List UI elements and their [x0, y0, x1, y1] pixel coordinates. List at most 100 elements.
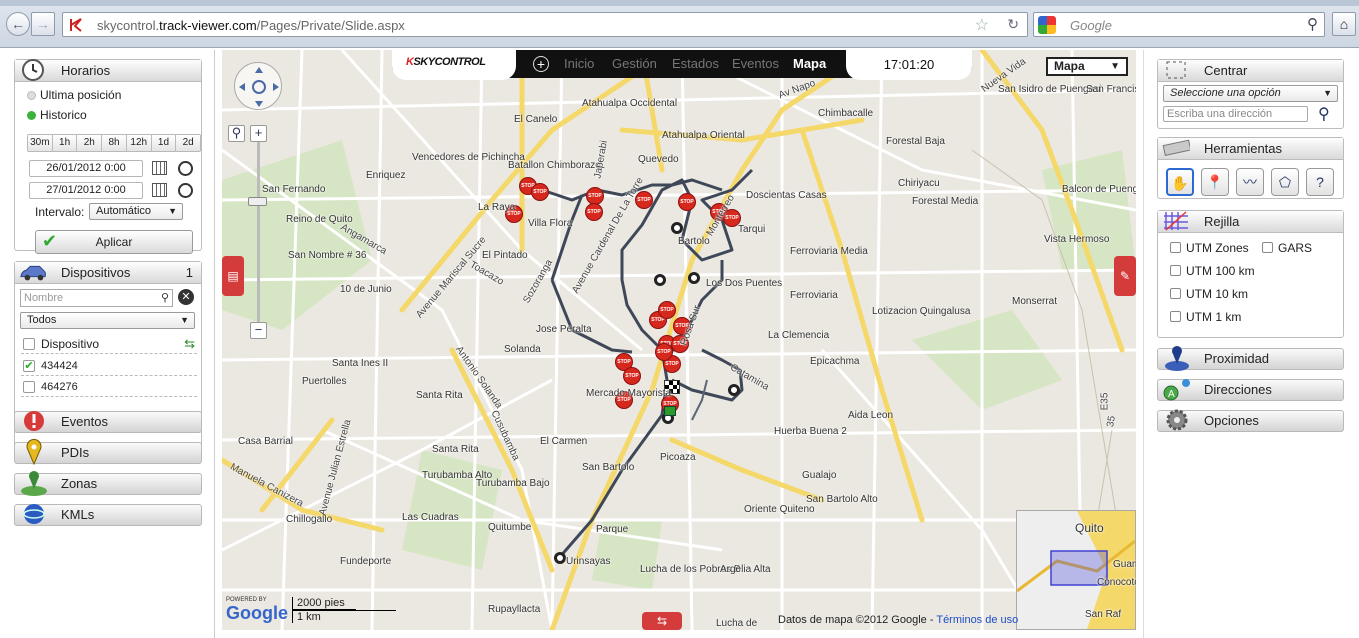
time-to-icon[interactable]	[178, 183, 193, 198]
map-label: Fundeporte	[340, 556, 392, 567]
stop-marker-icon[interactable]: STOP	[623, 367, 641, 385]
start-flag-icon[interactable]	[664, 406, 676, 416]
utm-1km-checkbox[interactable]: UTM 1 km	[1170, 310, 1241, 324]
time-from-icon[interactable]	[178, 161, 193, 176]
centrar-header[interactable]: Centrar	[1158, 60, 1343, 82]
opciones-section[interactable]: Opciones	[1157, 409, 1344, 432]
hand-tool-icon[interactable]: ✋	[1166, 168, 1194, 196]
swap-arrows-icon[interactable]: ⇆	[642, 612, 682, 630]
utm-10km-checkbox[interactable]: UTM 10 km	[1170, 287, 1248, 301]
direcciones-section[interactable]: A Direcciones	[1157, 379, 1344, 401]
map-type-select[interactable]: Mapa ▼	[1046, 57, 1128, 76]
interval-2d[interactable]: 2d	[176, 135, 201, 151]
pdis-section[interactable]: PDIs	[14, 438, 202, 466]
zoom-in-button[interactable]: +	[250, 125, 267, 142]
search-icon[interactable]: ⚲	[1318, 104, 1330, 124]
interval-1d[interactable]: 1d	[151, 135, 177, 151]
zoom-track[interactable]	[257, 142, 260, 337]
stop-marker-icon[interactable]: STOP	[531, 183, 549, 201]
stop-marker-icon[interactable]: STOP	[655, 343, 673, 361]
refresh-icon[interactable]: ⇆	[184, 334, 195, 354]
device-checkbox[interactable]	[23, 381, 35, 393]
centrar-select[interactable]: Seleccione una opción ▼	[1163, 85, 1338, 102]
map-label: Atahualpa Oriental	[662, 130, 745, 141]
device-filter-select[interactable]: Todos ▼	[20, 312, 195, 329]
interval-8h[interactable]: 8h	[102, 135, 127, 151]
utm-zones-checkbox[interactable]: UTM Zones	[1170, 241, 1249, 255]
line-tool-icon[interactable]: 〰	[1236, 168, 1264, 196]
map-label: Puertolles	[302, 376, 347, 387]
select-all-checkbox[interactable]	[23, 338, 35, 350]
radio-ultima-posicion[interactable]: Ultima posición	[27, 88, 121, 102]
terms-link[interactable]: Términos de uso	[936, 614, 1018, 626]
zoom-box-icon[interactable]: ⚲	[228, 125, 245, 142]
url-bar[interactable]: skycontrol.track-viewer.com/Pages/Privat…	[62, 12, 1028, 37]
search-icon[interactable]: ⚲	[161, 290, 169, 306]
stop-marker-icon[interactable]: STOP	[585, 203, 603, 221]
help-icon[interactable]: ?	[1306, 168, 1334, 196]
nav-gestion[interactable]: Gestión	[612, 56, 657, 71]
date-from-field[interactable]: 26/01/2012 0:00	[29, 160, 143, 177]
device-search-input[interactable]: Nombre ⚲	[20, 289, 173, 307]
search-input[interactable]: Google ⚲	[1033, 12, 1325, 37]
alert-icon	[24, 411, 44, 431]
dispositivos-header[interactable]: Dispositivos 1	[15, 262, 201, 284]
zonas-section[interactable]: Zonas	[14, 471, 202, 496]
horarios-header[interactable]: Horarios	[15, 59, 201, 82]
stop-marker-icon[interactable]: STOP	[678, 193, 696, 211]
clear-icon[interactable]: ✕	[178, 289, 194, 305]
forward-icon[interactable]: →	[31, 12, 55, 36]
scale-bar: 2000 pies 1 km	[292, 597, 396, 623]
waypoint-marker-icon[interactable]	[654, 274, 666, 286]
back-icon[interactable]: ←	[6, 12, 30, 36]
search-engine-icon[interactable]	[1038, 16, 1056, 34]
interval-1h[interactable]: 1h	[52, 135, 78, 151]
map-label: Gualajo	[802, 470, 837, 481]
zoom-out-button[interactable]: −	[250, 322, 267, 339]
nav-inicio[interactable]: Inicio	[564, 56, 594, 71]
home-icon[interactable]: ⌂	[1332, 12, 1356, 36]
apply-button[interactable]: ✔ Aplicar	[35, 230, 193, 254]
pin-tool-icon[interactable]: 📍	[1201, 168, 1229, 196]
waypoint-marker-icon[interactable]	[554, 552, 566, 564]
waypoint-marker-icon[interactable]	[671, 222, 683, 234]
horarios-title: Horarios	[61, 63, 111, 78]
device-row[interactable]: ✔ 434424	[21, 356, 197, 376]
calendar-from-icon[interactable]	[152, 161, 167, 175]
calendar-to-icon[interactable]	[152, 183, 167, 197]
kmls-section[interactable]: KMLs	[14, 504, 202, 526]
rejilla-header[interactable]: Rejilla	[1158, 211, 1343, 233]
eventos-section[interactable]: Eventos	[14, 411, 202, 433]
herramientas-header[interactable]: Herramientas	[1158, 138, 1343, 160]
interval-2h[interactable]: 2h	[77, 135, 103, 151]
overview-map[interactable]: Quito Guam Conocoto San Raf	[1016, 510, 1136, 630]
proximidad-section[interactable]: Proximidad	[1157, 346, 1344, 371]
zoom-slider-handle[interactable]	[248, 197, 267, 206]
utm-100km-checkbox[interactable]: UTM 100 km	[1170, 264, 1255, 278]
polygon-tool-icon[interactable]: ⬠	[1271, 168, 1299, 196]
device-checkbox[interactable]: ✔	[23, 360, 35, 372]
waypoint-marker-icon[interactable]	[688, 272, 700, 284]
radio-historico[interactable]: Historico	[27, 108, 87, 122]
waypoint-marker-icon[interactable]	[728, 384, 740, 396]
nav-mapa[interactable]: Mapa	[793, 56, 826, 71]
gars-checkbox[interactable]: GARS	[1262, 241, 1312, 255]
left-tab-report-icon[interactable]: ▤	[222, 256, 244, 296]
bookmark-star-icon[interactable]: ☆	[975, 15, 989, 35]
stop-marker-icon[interactable]: STOP	[658, 301, 676, 319]
nav-estados[interactable]: Estados	[672, 56, 719, 71]
pan-control[interactable]	[234, 62, 282, 110]
intervalo-select[interactable]: Automático ▼	[89, 203, 183, 220]
date-to-field[interactable]: 27/01/2012 0:00	[29, 182, 143, 199]
ruler-icon	[1162, 139, 1190, 156]
right-tab-tools-icon[interactable]: ✎	[1114, 256, 1136, 296]
add-icon[interactable]: +	[533, 56, 549, 72]
interval-12h[interactable]: 12h	[126, 135, 152, 151]
device-row[interactable]: 464276	[21, 377, 197, 397]
address-input[interactable]: Escriba una dirección	[1163, 106, 1308, 122]
map-viewport[interactable]: STOP STOP STOP STOP STOP STOP STOP STOP STOP STOP…	[222, 50, 1136, 630]
nav-eventos[interactable]: Eventos	[732, 56, 779, 71]
interval-30m[interactable]: 30m	[28, 135, 53, 151]
search-icon[interactable]: ⚲	[1307, 15, 1318, 33]
reload-icon[interactable]: ↻	[1007, 16, 1019, 33]
